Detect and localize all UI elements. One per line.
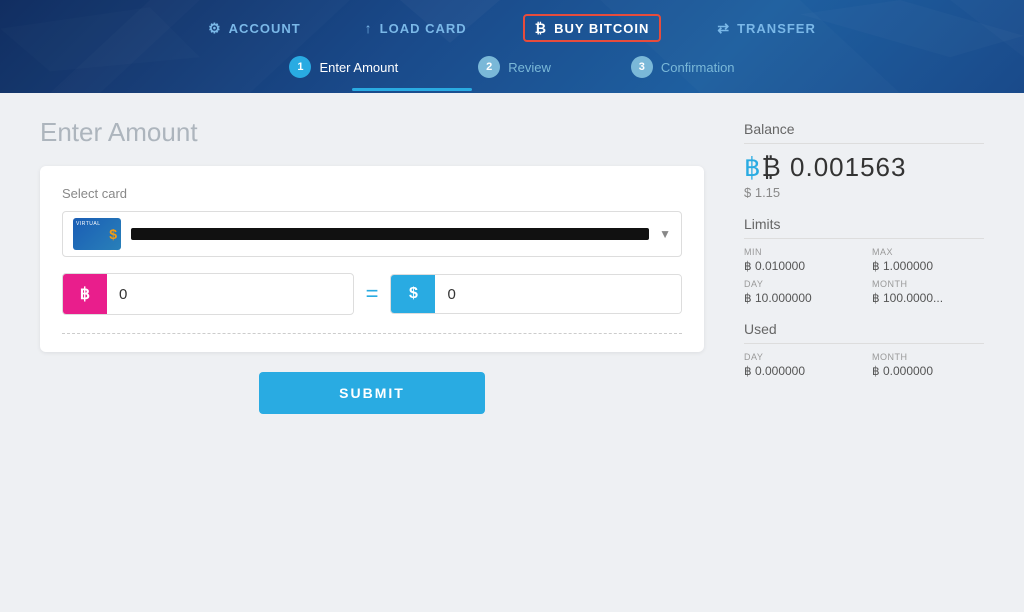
step-3-num: 3 <box>631 56 653 78</box>
used-month: MONTH ฿ 0.000000 <box>872 352 984 378</box>
card-thumbnail <box>73 218 121 250</box>
submit-button[interactable]: SUBMIT <box>259 372 485 414</box>
btc-amount-field: ฿ 0 <box>62 273 354 315</box>
limit-max-value: ฿ 1.000000 <box>872 259 984 273</box>
used-day: DAY ฿ 0.000000 <box>744 352 856 378</box>
limit-min-value: ฿ 0.010000 <box>744 259 856 273</box>
page-title: Enter Amount <box>40 117 704 148</box>
step-2-num: 2 <box>478 56 500 78</box>
balance-label: Balance <box>744 121 984 137</box>
balance-divider <box>744 143 984 144</box>
used-month-value: ฿ 0.000000 <box>872 364 984 378</box>
bitcoin-icon: ₿ <box>535 20 547 36</box>
amount-row: ฿ 0 = $ 0 <box>62 273 682 315</box>
limit-month: MONTH ฿ 100.0000... <box>872 279 984 305</box>
steps-bar: 1 Enter Amount 2 Review 3 Confirmation <box>0 42 1024 78</box>
limits-grid: MIN ฿ 0.010000 MAX ฿ 1.000000 DAY ฿ 10.0… <box>744 247 984 305</box>
used-month-key: MONTH <box>872 352 984 362</box>
btc-symbol: ฿ <box>744 152 762 182</box>
balance-usd-value: $ 1.15 <box>744 185 984 200</box>
header: ⚙ ACCOUNT ↑ LOAD CARD ₿ BUY BITCOIN ⇄ TR… <box>0 0 1024 93</box>
right-panel: Balance ฿₿ 0.001563 $ 1.15 Limits MIN ฿ … <box>744 117 984 555</box>
upload-icon: ↑ <box>365 20 373 36</box>
step-1-enter-amount[interactable]: 1 Enter Amount <box>289 56 398 78</box>
used-label: Used <box>744 321 984 337</box>
nav-transfer[interactable]: ⇄ TRANSFER <box>709 16 824 41</box>
chevron-down-icon: ▼ <box>659 227 671 241</box>
limit-day: DAY ฿ 10.000000 <box>744 279 856 305</box>
balance-btc-value: ฿₿ 0.001563 <box>744 152 984 183</box>
step-2-review[interactable]: 2 Review <box>478 56 551 78</box>
limit-month-key: MONTH <box>872 279 984 289</box>
limit-min: MIN ฿ 0.010000 <box>744 247 856 273</box>
usd-amount-field: $ 0 <box>390 274 682 314</box>
limit-day-value: ฿ 10.000000 <box>744 291 856 305</box>
limits-label: Limits <box>744 216 984 232</box>
limit-min-key: MIN <box>744 247 856 257</box>
transfer-icon: ⇄ <box>717 20 730 37</box>
limit-month-value: ฿ 100.0000... <box>872 291 984 305</box>
limit-day-key: DAY <box>744 279 856 289</box>
dashed-separator <box>62 333 682 334</box>
used-section: Used DAY ฿ 0.000000 MONTH ฿ 0.000000 <box>744 321 984 378</box>
left-panel: Enter Amount Select card ▼ ฿ 0 = $ 0 <box>40 117 704 555</box>
used-grid: DAY ฿ 0.000000 MONTH ฿ 0.000000 <box>744 352 984 378</box>
btc-amount-input[interactable]: 0 <box>107 276 353 313</box>
gear-icon: ⚙ <box>208 20 222 37</box>
main-nav: ⚙ ACCOUNT ↑ LOAD CARD ₿ BUY BITCOIN ⇄ TR… <box>0 0 1024 42</box>
nav-load-card[interactable]: ↑ LOAD CARD <box>357 16 475 40</box>
enter-amount-box: Select card ▼ ฿ 0 = $ 0 <box>40 166 704 352</box>
used-divider <box>744 343 984 344</box>
used-day-value: ฿ 0.000000 <box>744 364 856 378</box>
balance-section: Balance ฿₿ 0.001563 $ 1.15 <box>744 121 984 200</box>
select-card-label: Select card <box>62 186 682 201</box>
nav-buy-bitcoin[interactable]: ₿ BUY BITCOIN <box>523 14 662 42</box>
usd-amount-input[interactable]: 0 <box>435 276 681 313</box>
card-select-dropdown[interactable]: ▼ <box>62 211 682 257</box>
limits-section: Limits MIN ฿ 0.010000 MAX ฿ 1.000000 DAY… <box>744 216 984 305</box>
main-content: Enter Amount Select card ▼ ฿ 0 = $ 0 <box>0 93 1024 575</box>
usd-prefix: $ <box>391 275 435 313</box>
nav-account[interactable]: ⚙ ACCOUNT <box>200 16 309 41</box>
btc-prefix: ฿ <box>63 274 107 314</box>
limit-max-key: MAX <box>872 247 984 257</box>
submit-row: SUBMIT <box>40 372 704 414</box>
limit-max: MAX ฿ 1.000000 <box>872 247 984 273</box>
step-1-num: 1 <box>289 56 311 78</box>
card-number-masked <box>131 228 649 240</box>
limits-divider <box>744 238 984 239</box>
step-3-confirmation[interactable]: 3 Confirmation <box>631 56 735 78</box>
used-day-key: DAY <box>744 352 856 362</box>
equals-sign: = <box>366 281 379 307</box>
